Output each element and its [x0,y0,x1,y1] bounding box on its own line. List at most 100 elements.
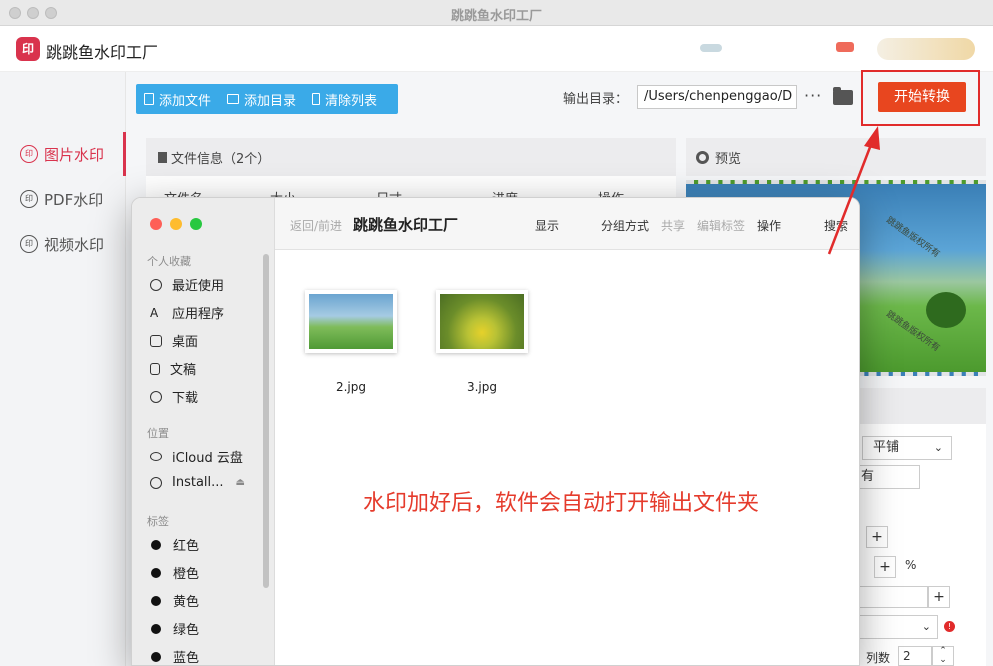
document-icon [150,362,160,375]
nav-item-label: 视频水印 [44,235,105,254]
preview-header: 预览 [686,138,986,176]
sidebar-item-desktop[interactable]: 桌面 [150,331,198,350]
sidebar-item-recents[interactable]: 最近使用 [150,275,224,294]
clear-list-button[interactable]: 清除列表 [304,84,385,114]
percent-unit: % [905,558,917,572]
search-button[interactable]: 搜索 [824,217,848,234]
file-info-header: 文件信息（2个） [146,138,676,176]
sidebar-item-label: 绿色 [173,623,200,638]
plus-button[interactable]: + [866,526,888,548]
cloud-icon [150,452,162,461]
sidebar-item-label: iCloud 云盘 [172,451,243,466]
trash-icon [312,93,321,105]
pdf-watermark-icon: 印 [20,190,38,208]
nav-item-image-watermark[interactable]: 印 图片水印 [0,132,126,176]
tag-dot-icon [151,539,161,550]
sidebar-item-downloads[interactable]: 下载 [150,387,198,406]
tree-shape [926,292,966,328]
file-info-title: 文件信息（2个） [171,151,271,167]
eject-icon[interactable]: ⏏ [236,477,245,488]
plus-button[interactable]: + [928,586,950,608]
watermark-text-input[interactable]: 有 [856,465,920,489]
option-select[interactable]: ⌄ [856,615,938,639]
file-name-label[interactable]: 2.jpg [301,380,401,394]
preview-title: 预览 [715,151,742,167]
app-header: 印 跳跳鱼水印工厂 [0,26,993,72]
nav-item-pdf-watermark[interactable]: 印 PDF水印 [0,177,126,221]
sidebar-item-label: 黄色 [173,595,200,610]
columns-input[interactable]: 2 [898,646,932,666]
image-watermark-icon: 印 [20,145,38,163]
layout-select-value: 平铺 [873,440,900,455]
file-icon [144,93,154,105]
file-thumbnail-3jpg[interactable] [436,290,528,353]
image-thumbnail [440,294,524,349]
sidebar-section-tags: 标签 [147,515,169,528]
back-forward-button[interactable]: 返回/前进 [290,217,342,234]
file-thumbnail-2jpg[interactable] [305,290,397,353]
add-file-button[interactable]: 添加文件 [136,84,219,114]
warning-icon: ! [944,621,955,632]
tag-dot-icon [151,651,161,662]
nav-item-label: 图片水印 [44,145,105,164]
notification-badge[interactable] [836,42,854,52]
sidebar-item-icloud[interactable]: iCloud 云盘 [150,447,243,466]
add-directory-button[interactable]: 添加目录 [219,84,304,114]
number-input[interactable] [856,586,928,608]
gear-icon [696,150,709,164]
tag-dot-icon [151,567,161,578]
output-dir-input[interactable]: /Users/chenpenggao/D [637,85,797,109]
preview-watermark-text: 跳跳鱼版权所有 [883,215,942,260]
applications-icon: A [150,305,159,320]
more-options-button[interactable]: ··· [804,86,822,105]
tag-dot-icon [151,595,161,606]
start-convert-button[interactable]: 开始转换 [878,82,966,112]
sidebar-tag-orange[interactable]: 橙色 [150,563,199,582]
file-table-header: 文件名 大小 尺寸 进度 操作 [146,176,676,207]
sidebar-item-label: 橙色 [173,567,200,582]
nav-item-video-watermark[interactable]: 印 视频水印 [0,222,126,266]
disk-icon [150,476,162,489]
open-folder-icon[interactable] [833,87,853,105]
edit-tags-button[interactable]: 编辑标签 [697,217,745,234]
sidebar-item-label: 下载 [172,391,199,406]
sidebar-section-favorites: 个人收藏 [147,255,191,268]
action-button[interactable]: 操作 [757,217,781,234]
user-account-pill[interactable] [877,38,975,60]
file-name-label[interactable]: 3.jpg [432,380,532,394]
finder-close-button[interactable] [150,218,162,230]
clock-icon [150,278,162,291]
plus-button[interactable]: + [874,556,896,578]
sidebar-item-install[interactable]: Install... ⏏ [150,475,245,490]
sidebar-item-label: Install... [172,475,224,490]
window-title: 跳跳鱼水印工厂 [450,9,542,24]
finder-toolbar: 返回/前进 跳跳鱼水印工厂 显示 分组方式 共享 编辑标签 操作 搜索 [275,198,859,250]
blurred-element [700,44,722,52]
view-button[interactable]: 显示 [535,217,559,234]
finder-minimize-button[interactable] [170,218,182,230]
finder-sidebar: 个人收藏 最近使用 A 应用程序 桌面 文稿 下载 位置 iCloud 云盘 In… [132,198,275,665]
image-thumbnail [309,294,393,349]
nav-item-label: PDF水印 [44,190,104,209]
sidebar-tag-yellow[interactable]: 黄色 [150,591,199,610]
sidebar-item-label: 红色 [173,539,200,554]
share-button[interactable]: 共享 [661,217,685,234]
sidebar-item-label: 最近使用 [172,279,225,294]
add-directory-label: 添加目录 [244,93,297,109]
sidebar-tag-red[interactable]: 红色 [150,535,199,554]
output-dir-label: 输出目录： [563,92,629,107]
columns-stepper[interactable]: ⌃ ⌄ [932,646,954,666]
group-by-button[interactable]: 分组方式 [601,217,649,234]
clear-list-label: 清除列表 [325,93,378,109]
sidebar-item-documents[interactable]: 文稿 [150,359,196,378]
finder-window: 个人收藏 最近使用 A 应用程序 桌面 文稿 下载 位置 iCloud 云盘 In… [131,197,860,666]
left-nav: 印 图片水印 印 PDF水印 印 视频水印 [0,72,126,666]
sidebar-tag-green[interactable]: 绿色 [150,619,199,638]
sidebar-item-applications[interactable]: A 应用程序 [150,303,225,323]
sidebar-item-label: 应用程序 [172,307,225,322]
finder-zoom-button[interactable] [190,218,202,230]
sidebar-item-label: 文稿 [170,363,197,378]
sidebar-tag-blue[interactable]: 蓝色 [150,647,199,665]
sidebar-scrollbar[interactable] [263,254,269,588]
layout-select[interactable]: 平铺 ⌄ [862,436,952,460]
